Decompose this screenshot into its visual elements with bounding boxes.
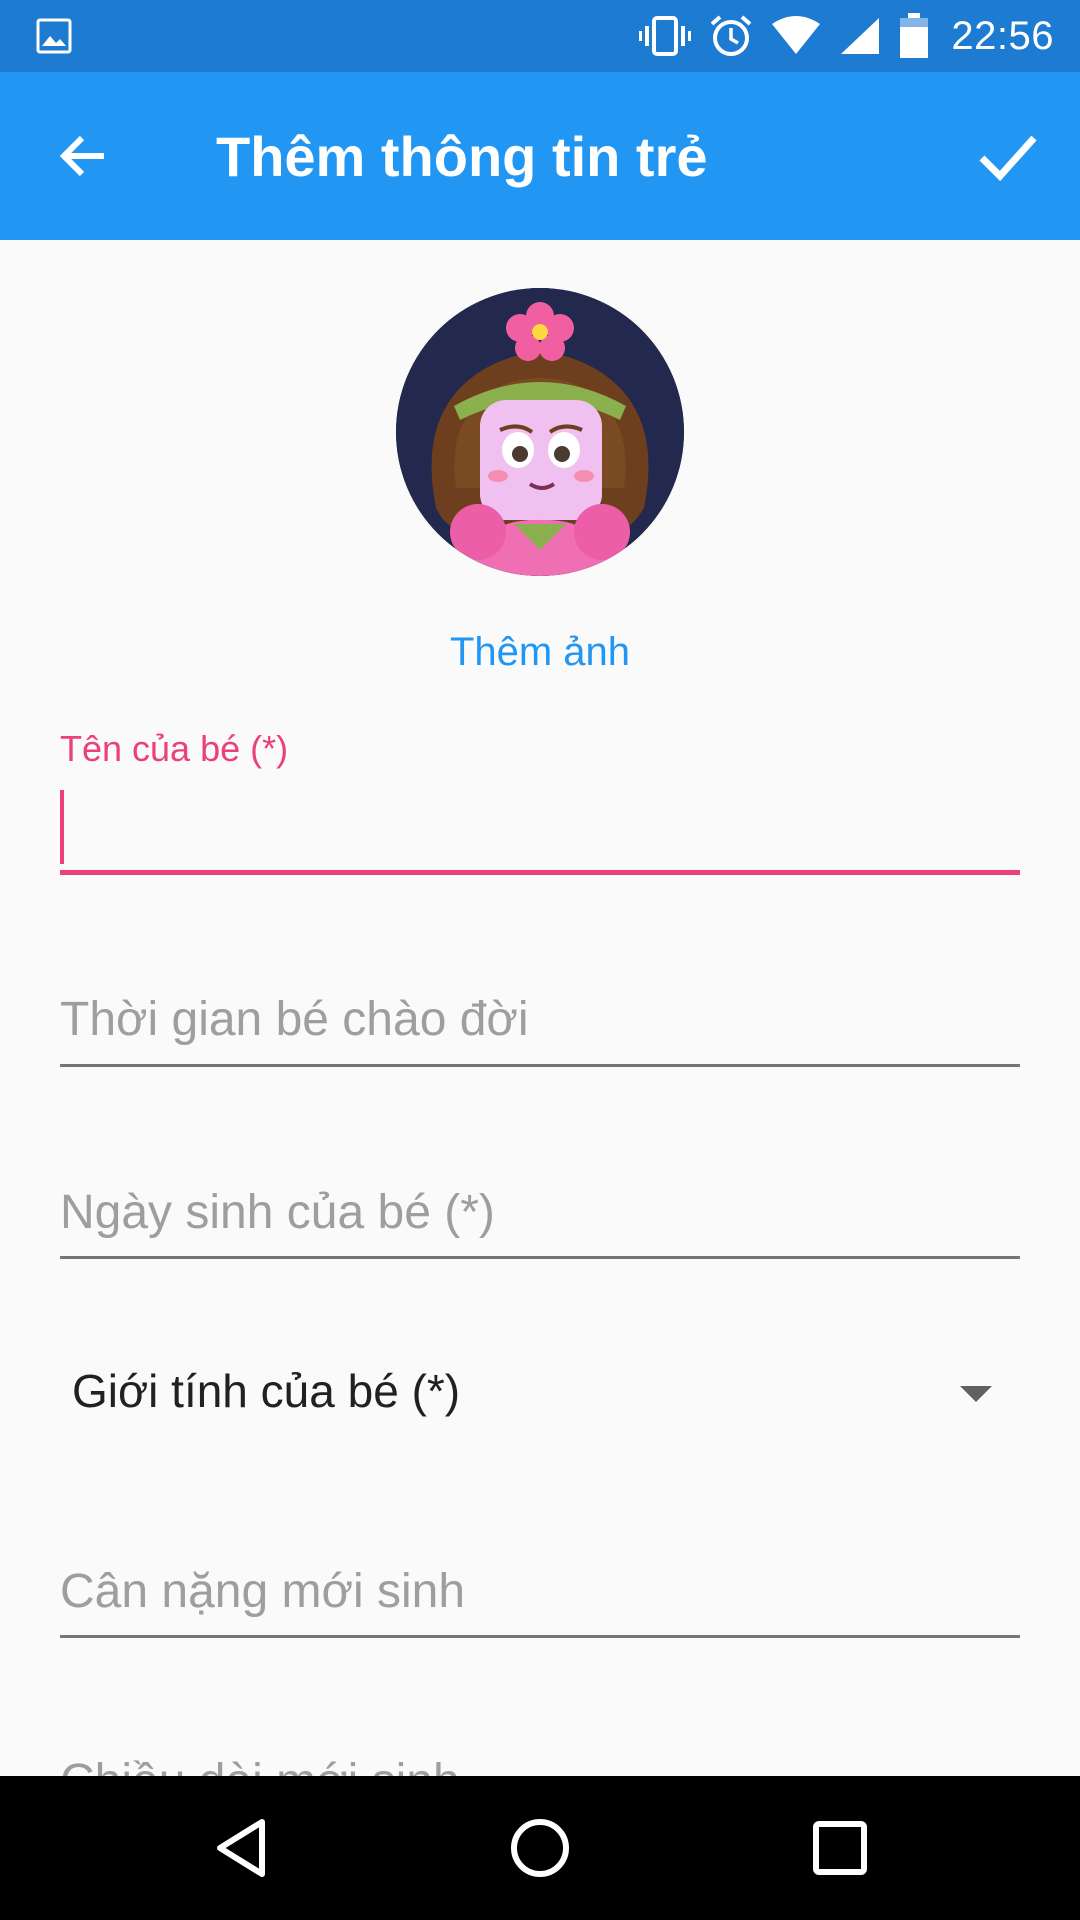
name-field[interactable]	[60, 790, 1020, 878]
birth-date-underline	[60, 1256, 1020, 1259]
birth-time-field[interactable]: Thời gian bé chào đời	[60, 990, 1020, 1070]
home-circle-icon[interactable]	[504, 1812, 576, 1884]
status-icons: 22:56	[621, 0, 1080, 72]
recents-square-icon[interactable]	[804, 1812, 876, 1884]
birth-time-placeholder: Thời gian bé chào đời	[60, 993, 529, 1046]
vibrate-icon	[639, 16, 692, 56]
avatar[interactable]	[396, 288, 684, 576]
gender-dropdown-label: Giới tính của bé (*)	[72, 1365, 461, 1417]
child-avatar-image	[396, 288, 684, 576]
page-title: Thêm thông tin trẻ	[216, 125, 708, 188]
name-field-label: Tên của bé (*)	[60, 728, 289, 769]
birth-weight-placeholder: Cân nặng mới sinh	[60, 1565, 466, 1618]
gender-dropdown[interactable]: Giới tính của bé (*)	[72, 1360, 992, 1424]
name-field-underline	[60, 870, 1020, 875]
wifi-icon	[772, 16, 821, 54]
dropdown-arrow-icon	[960, 1386, 992, 1402]
birth-weight-field[interactable]: Cân nặng mới sinh	[60, 1562, 1020, 1642]
battery-icon	[900, 13, 929, 58]
navigation-bar	[0, 1776, 1080, 1920]
back-triangle-icon[interactable]	[206, 1812, 278, 1884]
status-time: 22:56	[951, 13, 1054, 58]
signal-icon	[841, 18, 880, 54]
gallery-icon	[36, 18, 72, 54]
add-photo-link[interactable]: Thêm ảnh	[0, 630, 1080, 675]
birth-weight-underline	[60, 1635, 1020, 1638]
alarm-icon	[711, 15, 752, 56]
birth-date-placeholder: Ngày sinh của bé (*)	[60, 1186, 495, 1239]
birth-date-field[interactable]: Ngày sinh của bé (*)	[60, 1183, 1020, 1263]
app-bar: Thêm thông tin trẻ	[0, 72, 1080, 240]
status-bar: 22:56	[0, 0, 1080, 72]
birth-time-underline	[60, 1064, 1020, 1067]
check-icon[interactable]	[976, 124, 1040, 188]
text-cursor	[60, 790, 64, 864]
screen: 22:56 Thêm thông tin trẻ Thêm ảnh Tên củ…	[0, 0, 1080, 1920]
arrow-back-icon[interactable]	[54, 126, 114, 186]
